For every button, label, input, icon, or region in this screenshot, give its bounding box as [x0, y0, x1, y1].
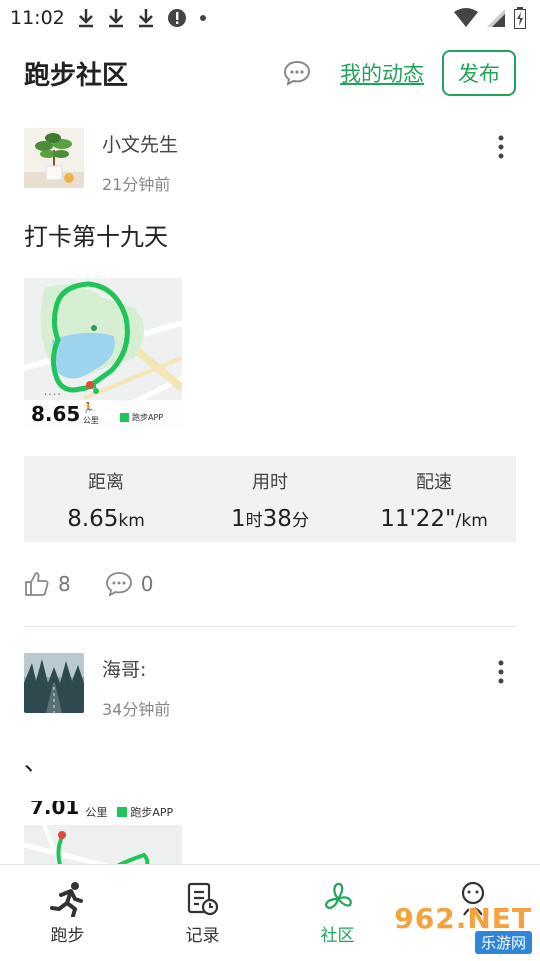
brand-logo-icon [117, 807, 128, 817]
like-button[interactable]: 8 [24, 571, 71, 597]
record-icon [187, 882, 218, 916]
download-icon [78, 9, 93, 28]
more-vertical-icon [498, 135, 504, 159]
dot-icon [199, 15, 206, 21]
nav-community[interactable]: 社区 [270, 865, 405, 961]
post-actions: 8 0 [24, 542, 516, 626]
map-brand: 跑步APP [132, 413, 164, 422]
post-card[interactable]: 小文先生 21分钟前 打卡第十九天 • • • • 8.65 🏃 公里 跑步AP… [0, 112, 540, 626]
my-dynamics-link[interactable]: 我的动态 [340, 58, 424, 88]
watermark-logo: 962.NET 乐游网 [394, 902, 532, 954]
avatar[interactable] [24, 653, 84, 713]
map-unit: 公里 [82, 416, 99, 425]
map-unit: 公里 [85, 806, 108, 819]
feed[interactable]: 小文先生 21分钟前 打卡第十九天 • • • • 8.65 🏃 公里 跑步AP… [0, 112, 540, 864]
download-icon [108, 9, 123, 28]
route-map-image[interactable]: • • • • • • • 8.65 🏃 公里 跑步APP [24, 278, 182, 428]
username[interactable]: 小文先生 [102, 130, 486, 157]
stat-distance: 距离 8.65km [67, 472, 145, 532]
page-title: 跑步社区 [24, 60, 129, 91]
publish-button[interactable]: 发布 [442, 50, 516, 96]
route-map-image[interactable]: 7.01 公里 跑步APP [24, 801, 182, 864]
post-content: 、 [24, 748, 48, 776]
chat-icon [283, 60, 311, 86]
map-brand: 跑步APP [130, 806, 174, 819]
stat-duration: 用时 1时38分 [231, 472, 309, 532]
runner-icon: 🏃 [82, 403, 95, 414]
more-options-button[interactable] [486, 657, 516, 687]
post-content: 打卡第十九天 [24, 223, 168, 251]
map-distance: 8.65 [31, 402, 81, 426]
community-icon [324, 882, 352, 909]
stat-pace: 配速 11'22"/km [380, 472, 488, 532]
comment-count: 0 [140, 572, 154, 596]
alert-icon [167, 9, 186, 27]
post-time: 21分钟前 [102, 175, 171, 194]
message-button[interactable] [280, 56, 314, 90]
run-stats: 距离 8.65km 用时 1时38分 配速 11'22"/km [24, 456, 516, 542]
nav-run[interactable]: 跑步 [0, 865, 135, 961]
comment-button[interactable]: 0 [105, 571, 154, 597]
battery-icon [514, 7, 526, 29]
wifi-icon [454, 8, 478, 27]
status-time: 11:02 [10, 7, 65, 29]
more-options-button[interactable] [486, 132, 516, 162]
download-icon [138, 9, 153, 28]
more-vertical-icon [498, 660, 504, 684]
username[interactable]: 海哥: [102, 655, 486, 682]
like-count: 8 [58, 572, 71, 596]
map-distance: 7.01 [30, 801, 80, 819]
nav-record[interactable]: 记录 [135, 865, 270, 961]
post-time: 34分钟前 [102, 700, 171, 719]
post-card[interactable]: 海哥: 34分钟前 、 7.01 公里 跑步APP [0, 627, 540, 864]
status-bar: 11:02 [0, 0, 540, 36]
runner-icon [49, 882, 83, 917]
signal-icon [487, 9, 505, 27]
svg-text:• • • •: • • • • [44, 392, 61, 398]
thumbs-up-icon [25, 572, 49, 596]
top-bar: 跑步社区 我的动态 发布 [0, 44, 540, 102]
comment-icon [105, 572, 132, 597]
avatar[interactable] [24, 128, 84, 188]
brand-logo-icon [120, 413, 129, 422]
